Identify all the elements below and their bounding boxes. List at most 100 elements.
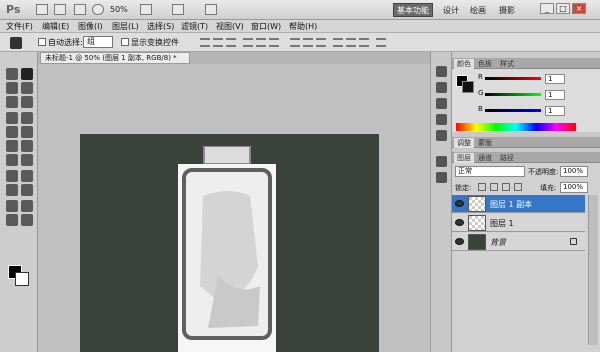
tab-layers[interactable]: 图层 bbox=[454, 153, 474, 163]
auto-align-icon[interactable] bbox=[376, 38, 386, 47]
document-tab[interactable]: 未标题-1 @ 50% (图层 1 副本, RGB/8) * bbox=[40, 52, 190, 64]
brush-tool-icon[interactable] bbox=[21, 112, 33, 124]
channel-g-slider[interactable] bbox=[485, 93, 541, 96]
rotate-view-icon[interactable] bbox=[140, 4, 152, 15]
zoom-level[interactable]: 50% bbox=[110, 5, 128, 14]
distribute-right-icon[interactable] bbox=[359, 38, 369, 47]
layer-row[interactable]: 图层 1 bbox=[452, 214, 585, 232]
3d-orbit-tool-icon[interactable] bbox=[21, 200, 33, 212]
menu-layer[interactable]: 图层(L) bbox=[112, 21, 139, 32]
workspace-design[interactable]: 设计 bbox=[443, 5, 459, 16]
actions-panel-icon[interactable] bbox=[436, 82, 447, 93]
channel-g-value[interactable]: 1 bbox=[545, 90, 565, 100]
align-right-icon[interactable] bbox=[269, 38, 279, 47]
visibility-eye-icon[interactable] bbox=[455, 219, 464, 226]
align-top-icon[interactable] bbox=[200, 38, 210, 47]
lock-pixels-icon[interactable] bbox=[490, 183, 498, 191]
minimize-button[interactable]: _ bbox=[540, 3, 554, 14]
workspace-photography[interactable]: 摄影 bbox=[499, 5, 515, 16]
distribute-hcenter-icon[interactable] bbox=[346, 38, 356, 47]
blend-mode-dropdown[interactable]: 正常 bbox=[455, 166, 525, 177]
distribute-vcenter-icon[interactable] bbox=[303, 38, 313, 47]
clone-source-icon[interactable] bbox=[436, 130, 447, 141]
layer-row[interactable]: 图层 1 副本 bbox=[452, 195, 585, 213]
tab-styles[interactable]: 样式 bbox=[500, 59, 514, 69]
lock-transparency-icon[interactable] bbox=[478, 183, 486, 191]
tab-masks[interactable]: 蒙版 bbox=[478, 138, 492, 148]
show-transform-checkbox[interactable] bbox=[121, 38, 129, 46]
close-button[interactable]: × bbox=[572, 3, 586, 14]
dodge-tool-icon[interactable] bbox=[21, 154, 33, 166]
hand-tool-icon[interactable] bbox=[6, 214, 18, 226]
lock-all-icon[interactable] bbox=[514, 183, 522, 191]
channel-r-slider[interactable] bbox=[485, 77, 541, 80]
align-bottom-icon[interactable] bbox=[226, 38, 236, 47]
fill-field[interactable]: 100% bbox=[560, 182, 588, 193]
tab-adjustments[interactable]: 调整 bbox=[454, 138, 474, 148]
marquee-tool-icon[interactable] bbox=[6, 68, 18, 80]
shape-tool-icon[interactable] bbox=[21, 184, 33, 196]
history-panel-icon[interactable] bbox=[436, 66, 447, 77]
visibility-eye-icon[interactable] bbox=[455, 238, 464, 245]
distribute-left-icon[interactable] bbox=[333, 38, 343, 47]
move-tool-preset-icon[interactable] bbox=[10, 37, 22, 49]
align-hcenter-icon[interactable] bbox=[256, 38, 266, 47]
screen-mode-icon[interactable] bbox=[205, 4, 217, 15]
workspace-painting[interactable]: 绘画 bbox=[470, 5, 486, 16]
auto-select-target-dropdown[interactable]: 组 bbox=[83, 36, 113, 48]
distribute-top-icon[interactable] bbox=[290, 38, 300, 47]
lock-position-icon[interactable] bbox=[502, 183, 510, 191]
menu-file[interactable]: 文件(F) bbox=[6, 21, 33, 32]
menu-image[interactable]: 图像(I) bbox=[78, 21, 103, 32]
tool-presets-icon[interactable] bbox=[436, 98, 447, 109]
hand-tool-icon[interactable] bbox=[92, 4, 104, 15]
minibridge-icon[interactable] bbox=[54, 4, 66, 15]
tab-color[interactable]: 颜色 bbox=[454, 59, 474, 69]
menu-help[interactable]: 帮助(H) bbox=[289, 21, 317, 32]
menu-window[interactable]: 窗口(W) bbox=[251, 21, 281, 32]
eyedropper-tool-icon[interactable] bbox=[21, 96, 33, 108]
workspace-essentials-button[interactable]: 基本功能 bbox=[393, 3, 433, 17]
distribute-bottom-icon[interactable] bbox=[316, 38, 326, 47]
path-select-tool-icon[interactable] bbox=[6, 184, 18, 196]
layers-scrollbar[interactable] bbox=[588, 195, 598, 345]
background-color-swatch[interactable] bbox=[15, 272, 29, 286]
zoom-tool-icon[interactable] bbox=[21, 214, 33, 226]
extras-icon[interactable] bbox=[74, 4, 86, 15]
color-spectrum[interactable] bbox=[456, 123, 576, 131]
visibility-eye-icon[interactable] bbox=[455, 200, 464, 207]
maximize-button[interactable]: □ bbox=[556, 3, 570, 14]
quick-select-tool-icon[interactable] bbox=[21, 82, 33, 94]
brushes-panel-icon[interactable] bbox=[436, 114, 447, 125]
menu-edit[interactable]: 编辑(E) bbox=[42, 21, 69, 32]
menu-select[interactable]: 选择(S) bbox=[147, 21, 174, 32]
tab-channels[interactable]: 通道 bbox=[478, 153, 492, 163]
auto-select-checkbox[interactable] bbox=[38, 38, 46, 46]
arrange-documents-icon[interactable] bbox=[172, 4, 184, 15]
align-vcenter-icon[interactable] bbox=[213, 38, 223, 47]
move-tool-icon[interactable] bbox=[21, 68, 33, 80]
history-brush-tool-icon[interactable] bbox=[21, 126, 33, 138]
menu-view[interactable]: 视图(V) bbox=[216, 21, 244, 32]
channel-b-slider[interactable] bbox=[485, 109, 541, 112]
align-left-icon[interactable] bbox=[243, 38, 253, 47]
tab-paths[interactable]: 路径 bbox=[500, 153, 514, 163]
opacity-field[interactable]: 100% bbox=[560, 166, 588, 177]
layer-row[interactable]: 背景 bbox=[452, 233, 585, 251]
paragraph-panel-icon[interactable] bbox=[436, 172, 447, 183]
pen-tool-icon[interactable] bbox=[6, 170, 18, 182]
healing-brush-tool-icon[interactable] bbox=[6, 112, 18, 124]
gradient-tool-icon[interactable] bbox=[21, 140, 33, 152]
channel-r-value[interactable]: 1 bbox=[545, 74, 565, 84]
eraser-tool-icon[interactable] bbox=[6, 140, 18, 152]
blur-tool-icon[interactable] bbox=[6, 154, 18, 166]
type-tool-icon[interactable] bbox=[21, 170, 33, 182]
clone-stamp-tool-icon[interactable] bbox=[6, 126, 18, 138]
tab-swatches[interactable]: 色板 bbox=[478, 59, 492, 69]
crop-tool-icon[interactable] bbox=[6, 96, 18, 108]
menu-filter[interactable]: 滤镜(T) bbox=[181, 21, 208, 32]
channel-b-value[interactable]: 1 bbox=[545, 106, 565, 116]
lasso-tool-icon[interactable] bbox=[6, 82, 18, 94]
character-panel-icon[interactable] bbox=[436, 156, 447, 167]
3d-rotate-tool-icon[interactable] bbox=[6, 200, 18, 212]
